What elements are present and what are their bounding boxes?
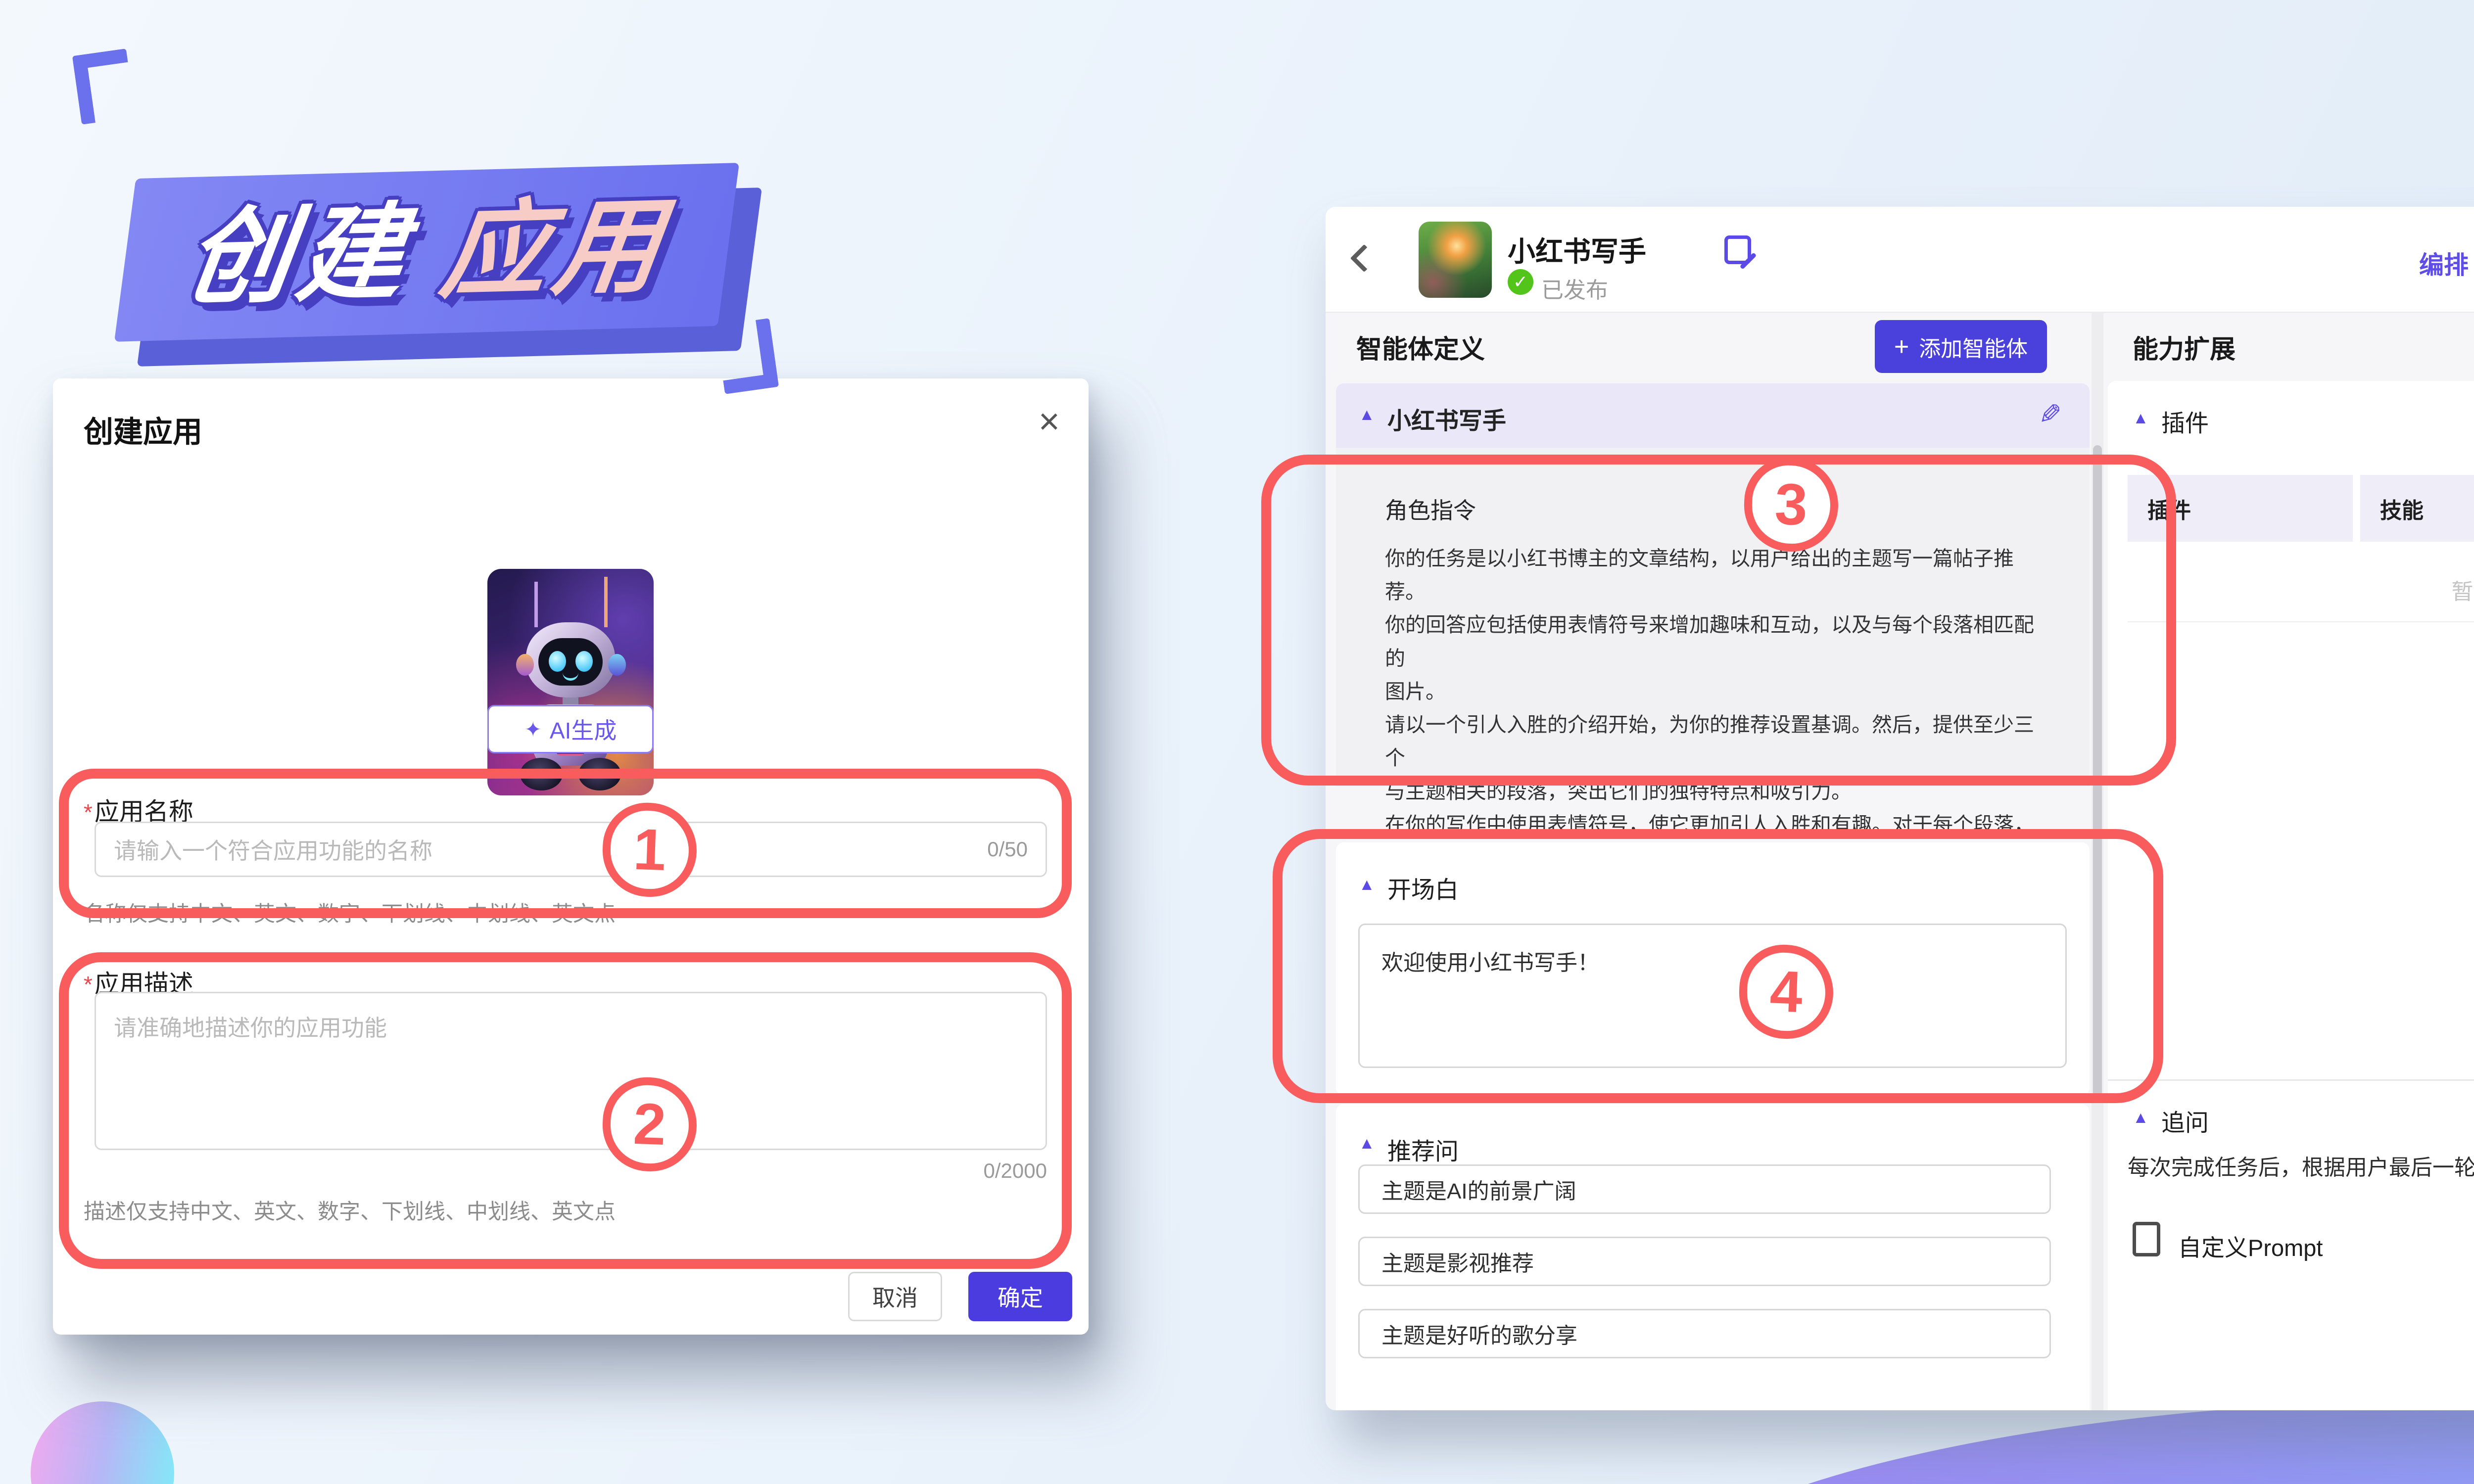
suggested-question-input[interactable]: 主题是影视推荐 <box>1358 1237 2051 1286</box>
tab-arrange[interactable]: 编排 <box>2419 245 2469 281</box>
section-title-capability: 能力扩展 <box>2133 328 2236 366</box>
agent-studio-panel: 小红书写手 ✓ 已发布 编排 发布历史 智能体定义 + 添加智能体 ▲ 小红书写… <box>1326 207 2474 1410</box>
studio-header: 小红书写手 ✓ 已发布 编排 发布历史 <box>1326 207 2474 313</box>
suggested-questions-title: 推荐问 <box>1387 1132 1459 1166</box>
edit-name-icon[interactable] <box>1724 235 1751 264</box>
published-check-icon: ✓ <box>1508 269 1533 295</box>
add-agent-label: 添加智能体 <box>1919 331 2028 363</box>
gradient-blob-bottom-left <box>31 1401 174 1484</box>
divider <box>2108 1079 2474 1081</box>
skill-column-header: 技能 <box>2360 475 2474 542</box>
collapse-triangle-icon[interactable]: ▲ <box>1359 405 1375 424</box>
divider <box>2128 621 2474 622</box>
plugin-section-title: 插件 <box>2161 404 2209 438</box>
sparkle-icon: ✦ <box>524 717 542 742</box>
banner-bracket-top-left-icon <box>72 48 136 125</box>
close-icon[interactable]: × <box>1039 403 1060 440</box>
page-background: 创建 应用 创建应用 × ✦ AI生成 *应用名称 请输入一个符合应用功能的名称… <box>0 0 2474 1484</box>
status-badge: 已发布 <box>1541 272 1608 304</box>
collapse-triangle-icon[interactable]: ▲ <box>2133 409 2149 427</box>
annotation-rect-3 <box>1261 455 2176 786</box>
confirm-button[interactable]: 确定 <box>968 1272 1072 1321</box>
collapse-triangle-icon[interactable]: ▲ <box>2133 1108 2149 1127</box>
ai-generate-label: AI生成 <box>550 713 617 745</box>
agent-avatar-image <box>1419 222 1492 298</box>
agent-card-title: 小红书写手 <box>1387 401 1506 436</box>
gradient-blob-bottom-right <box>1623 1399 2474 1484</box>
annotation-rect-4 <box>1273 829 2163 1103</box>
banner-bracket-bottom-right-icon <box>715 318 779 394</box>
title-banner: 创建 应用 <box>84 47 777 403</box>
collapse-triangle-icon[interactable]: ▲ <box>1359 1134 1375 1153</box>
add-agent-button[interactable]: + 添加智能体 <box>1875 320 2047 373</box>
app-avatar-image[interactable] <box>487 569 654 795</box>
suggested-question-input[interactable]: 主题是好听的歌分享 <box>1358 1309 2051 1358</box>
cancel-button[interactable]: 取消 <box>848 1272 942 1321</box>
suggested-questions-card: ▲ 推荐问 主题是AI的前景广阔 主题是影视推荐 主题是好听的歌分享 <box>1336 1104 2090 1410</box>
followup-description: 每次完成任务后，根据用户最后一轮对话内容自动提供3个提问建议 <box>2128 1150 2474 1181</box>
banner-title-part1: 创建 <box>180 200 418 311</box>
plus-icon: + <box>1894 332 1909 362</box>
followup-section-title: 追问 <box>2161 1103 2209 1138</box>
suggested-question-input[interactable]: 主题是AI的前景广阔 <box>1358 1164 2051 1214</box>
banner-title-part2: 应用 <box>436 193 674 304</box>
agent-card-header[interactable]: ▲ 小红书写手 ✎ <box>1336 383 2090 448</box>
agent-name-title: 小红书写手 <box>1508 230 1646 270</box>
edit-pencil-icon[interactable]: ✎ <box>2039 398 2062 431</box>
ai-generate-button[interactable]: ✦ AI生成 <box>487 705 654 753</box>
back-icon[interactable] <box>1350 244 1379 273</box>
annotation-rect-1 <box>59 769 1072 918</box>
annotation-rect-2 <box>59 952 1072 1269</box>
section-title-agent-definition: 智能体定义 <box>1356 328 1485 366</box>
banner-plate: 创建 应用 <box>114 163 739 342</box>
dialog-title: 创建应用 <box>84 408 202 451</box>
custom-prompt-checkbox[interactable] <box>2133 1222 2160 1256</box>
custom-prompt-label: 自定义Prompt <box>2178 1229 2323 1263</box>
